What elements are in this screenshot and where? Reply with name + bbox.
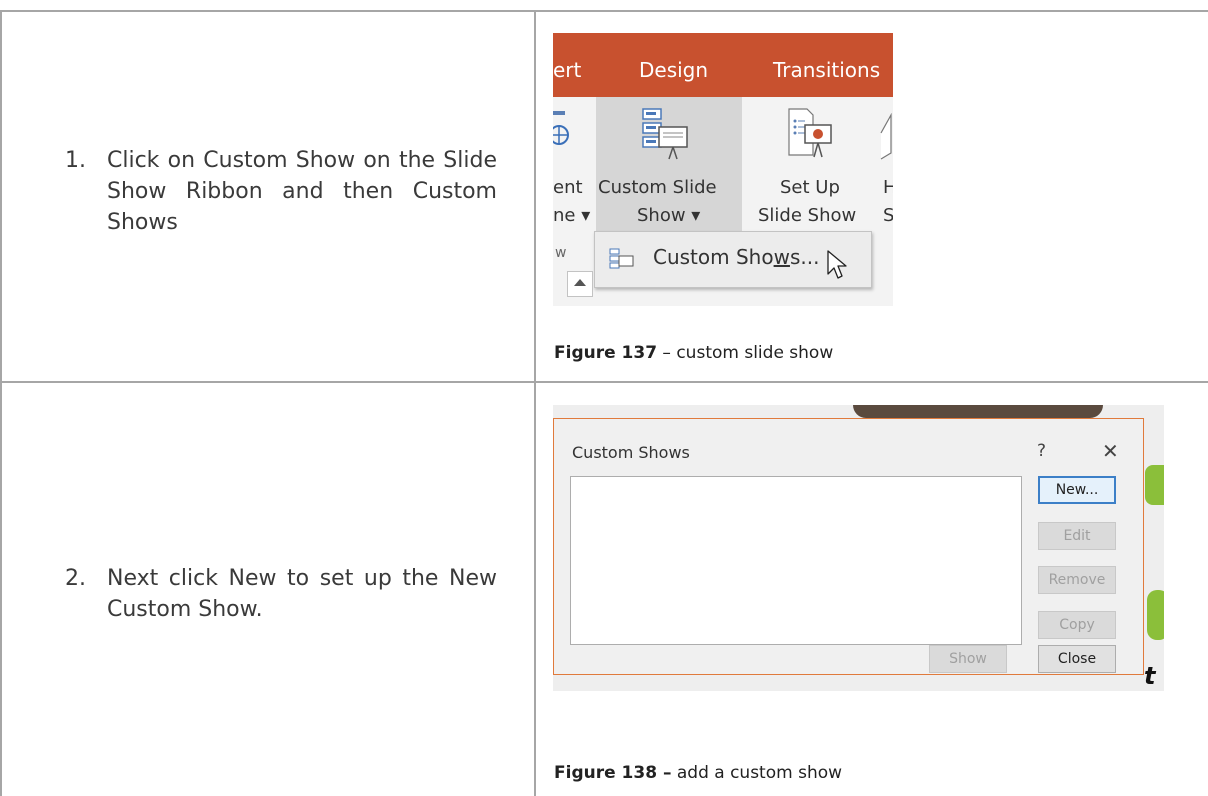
custom-slide-show-label-2: Show ▾ [637, 205, 701, 226]
step-text: Click on Custom Show on the Slide Show R… [107, 148, 497, 235]
figure-138-caption: Figure 138 – add a custom show [554, 763, 842, 783]
help-icon[interactable]: ? [1037, 441, 1046, 461]
dialog-title: Custom Shows [572, 443, 690, 462]
hide-slide-label: H [883, 177, 893, 198]
tab-design[interactable]: Design [639, 58, 708, 82]
group-label-fragment: w [555, 245, 567, 261]
close-icon[interactable]: ✕ [1102, 439, 1119, 463]
remove-button[interactable]: Remove [1038, 566, 1116, 594]
set-up-slide-show-label-2: Slide Show [758, 205, 857, 226]
hide-slide-label-2: S [883, 205, 893, 226]
background-photo [853, 405, 1103, 418]
background-decoration [1147, 590, 1164, 640]
set-up-slide-show-icon [788, 108, 832, 158]
step-number: 1. [65, 148, 86, 173]
figure-description: – custom slide show [657, 343, 834, 363]
collapse-ribbon-button[interactable] [567, 271, 593, 297]
show-button[interactable]: Show [929, 645, 1007, 673]
table-row-divider [0, 381, 1208, 383]
edit-button[interactable]: Edit [1038, 522, 1116, 550]
custom-shows-menu-item[interactable]: Custom Shows... [653, 245, 819, 269]
close-button[interactable]: Close [1038, 645, 1116, 673]
figure-description: add a custom show [671, 763, 843, 783]
step-text: Next click New to set up the New Custom … [107, 566, 497, 622]
set-up-slide-show-label: Set Up [780, 177, 840, 198]
step-2: 2. Next click New to set up the New Cust… [65, 563, 505, 633]
step-1: 1. Click on Custom Show on the Slide Sho… [65, 145, 505, 245]
custom-slide-show-icon [642, 108, 688, 160]
table-left-border [0, 10, 2, 796]
table-top-border [0, 10, 1208, 12]
background-letter: t [1144, 662, 1156, 690]
tab-transitions[interactable]: Transitions [773, 58, 880, 82]
tab-insert[interactable]: ert [553, 58, 581, 82]
background-decoration [1145, 465, 1164, 505]
figure-label: Figure 138 – [554, 763, 672, 783]
copy-button[interactable]: Copy [1038, 611, 1116, 639]
custom-shows-dialog: Custom Shows ? ✕ New... Edit Remove Copy… [553, 418, 1144, 675]
rehearse-label: ent [553, 177, 583, 198]
ribbon-tab-bar: ert Design Transitions [553, 33, 893, 97]
custom-shows-dialog-screenshot: t Custom Shows ? ✕ New... Edit Remove Co… [553, 405, 1164, 691]
figure-label: Figure 137 [554, 343, 658, 363]
rehearse-label-2: ne ▾ [553, 205, 591, 226]
new-button[interactable]: New... [1038, 476, 1116, 504]
figure-137-caption: Figure 137 – custom slide show [554, 343, 833, 363]
custom-shows-menu: Custom Shows... [594, 231, 872, 288]
custom-shows-list[interactable] [570, 476, 1022, 645]
mouse-cursor-icon [827, 250, 847, 279]
step-number: 2. [65, 566, 86, 591]
ribbon-screenshot: ert Design Transitions ent ne ▾ w Custom… [553, 33, 893, 306]
custom-slide-show-label: Custom Slide [598, 177, 717, 198]
hide-slide-icon [880, 113, 892, 160]
custom-shows-menu-icon [609, 248, 634, 269]
table-column-divider [534, 10, 536, 796]
rehearse-icon [553, 111, 569, 145]
